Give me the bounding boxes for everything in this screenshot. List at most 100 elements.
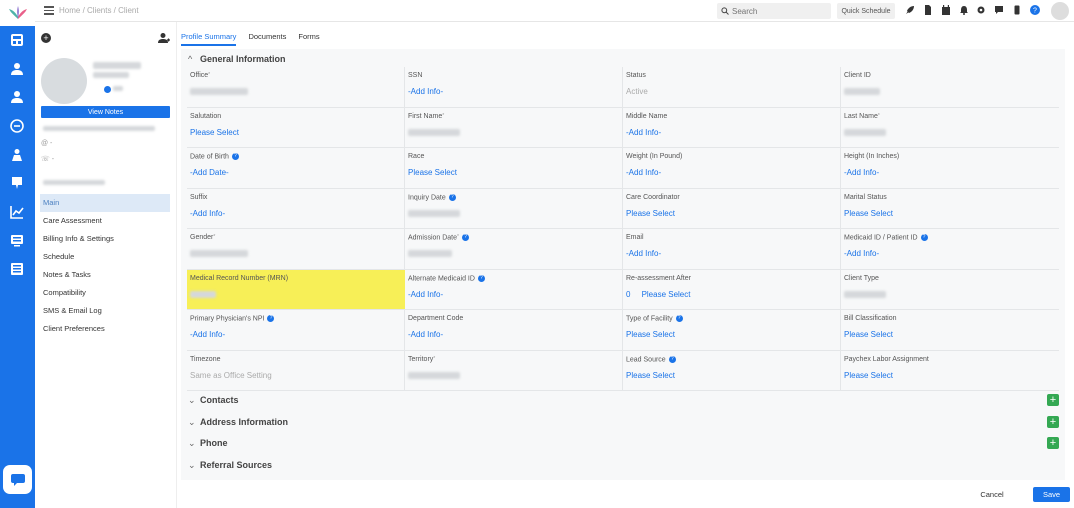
add-address-information-button[interactable]: + [1047, 416, 1059, 428]
client-photo[interactable] [41, 58, 87, 104]
person-add-icon[interactable] [8, 88, 26, 106]
bell-icon[interactable] [958, 4, 970, 16]
photo-edit-icon[interactable] [104, 86, 111, 93]
search-box[interactable] [717, 3, 831, 19]
field-value[interactable]: 0 Please Select [626, 290, 690, 299]
field-value[interactable]: -Add Info- [190, 209, 225, 218]
field-value[interactable]: Please Select [844, 371, 893, 380]
caregiver-icon[interactable] [8, 146, 26, 164]
help-icon[interactable]: ? [461, 234, 469, 241]
assign-user-icon[interactable] [158, 32, 170, 44]
general-information-header[interactable]: ^ General Information [188, 54, 286, 64]
field-value-blurred[interactable] [190, 88, 248, 95]
menu-item-care-assessment[interactable]: Care Assessment [40, 212, 170, 230]
field-value[interactable]: -Add Info- [408, 290, 443, 299]
help-icon[interactable]: ? [267, 315, 275, 322]
phone-icon[interactable] [1011, 4, 1023, 16]
field-value[interactable]: -Add Info- [626, 128, 661, 137]
field-value-blurred[interactable] [844, 290, 886, 298]
menu-item-compatibility[interactable]: Compatibility [40, 284, 170, 302]
clock-icon[interactable] [8, 117, 26, 135]
field-value[interactable]: Please Select [190, 128, 239, 137]
field-value-blurred[interactable] [408, 209, 460, 217]
breadcrumb[interactable]: Home / Clients / Client [59, 6, 139, 15]
menu-item-schedule[interactable]: Schedule [40, 248, 170, 266]
tab-documents[interactable]: Documents [248, 32, 286, 46]
field-status: Status Active [623, 67, 841, 108]
help-icon[interactable]: ? [920, 234, 928, 241]
billing-icon[interactable] [8, 174, 26, 192]
quick-schedule-button[interactable]: Quick Schedule [837, 3, 895, 19]
section-address-information[interactable]: ⌄ Address Information [188, 417, 288, 428]
tab-forms[interactable]: Forms [298, 32, 319, 46]
view-notes-button[interactable]: View Notes [41, 106, 170, 118]
help-icon[interactable]: ? [668, 355, 676, 363]
field-value[interactable]: -Add Date- [190, 168, 229, 177]
chevron-down-icon: ⌄ [188, 438, 196, 448]
menu-item-client-preferences[interactable]: Client Preferences [40, 320, 170, 338]
help-icon[interactable]: ? [448, 193, 456, 201]
field-value[interactable]: -Add Info- [408, 330, 443, 339]
help-icon[interactable]: ? [231, 153, 239, 160]
field-value[interactable]: Please Select [626, 330, 675, 339]
cancel-button[interactable]: Cancel [976, 487, 1008, 502]
field-value-blurred[interactable] [190, 290, 216, 298]
field-office: Office* [187, 67, 405, 108]
field-value[interactable]: Please Select [844, 209, 893, 218]
hamburger-menu-icon[interactable] [44, 6, 54, 15]
field-value[interactable]: -Add Info- [408, 87, 443, 96]
client-menu: Main Care Assessment Billing Info & Settin… [40, 194, 170, 338]
field-value-blurred[interactable] [408, 128, 460, 136]
field-label: Suffix [190, 194, 207, 201]
field-type-of-facility: Type of Facility? Please Select [623, 310, 841, 351]
search-input[interactable] [732, 6, 822, 16]
add-phone-button[interactable]: + [1047, 437, 1059, 449]
add-circle-icon[interactable]: + [41, 33, 51, 43]
field-value[interactable]: -Add Info- [626, 249, 661, 258]
person-icon[interactable] [8, 60, 26, 78]
field-value[interactable]: Please Select [626, 209, 675, 218]
help-icon[interactable]: ? [477, 274, 485, 282]
field-value-blurred[interactable] [190, 250, 248, 257]
section-referral-sources[interactable]: ⌄ Referral Sources [188, 460, 272, 471]
menu-item-main[interactable]: Main [40, 194, 170, 212]
gear-icon[interactable] [975, 4, 987, 16]
add-contacts-button[interactable]: + [1047, 394, 1059, 406]
records-icon[interactable] [8, 260, 26, 278]
section-phone[interactable]: ⌄ Phone [188, 438, 228, 449]
chat-icon[interactable] [993, 4, 1005, 16]
rocket-icon[interactable] [904, 4, 916, 16]
dashboard-icon[interactable] [8, 31, 26, 49]
client-address-blurred [43, 126, 155, 131]
field-value[interactable]: Please Select [408, 168, 457, 177]
field-label: Height (In Inches) [844, 153, 899, 160]
menu-item-notes-tasks[interactable]: Notes & Tasks [40, 266, 170, 284]
calendar-icon[interactable] [940, 4, 952, 16]
menu-item-sms-email-log[interactable]: SMS & Email Log [40, 302, 170, 320]
field-value[interactable]: Please Select [844, 330, 893, 339]
field-value[interactable]: -Add Info- [626, 168, 661, 177]
save-button[interactable]: Save [1033, 487, 1070, 502]
field-label-text: Admission Date [408, 234, 458, 242]
field-value-blurred[interactable] [408, 371, 460, 379]
chat-launcher-button[interactable] [3, 465, 32, 494]
user-avatar[interactable] [1051, 2, 1069, 20]
inbox-icon[interactable] [8, 231, 26, 249]
tab-profile-summary[interactable]: Profile Summary [181, 32, 237, 46]
menu-item-billing-info-settings[interactable]: Billing Info & Settings [40, 230, 170, 248]
help-icon[interactable]: ? [1029, 4, 1041, 16]
help-icon[interactable]: ? [675, 315, 683, 322]
app-logo[interactable] [0, 0, 35, 26]
required-marker: * [457, 234, 459, 240]
section-contacts[interactable]: ⌄ Contacts [188, 395, 239, 406]
document-icon[interactable] [922, 4, 934, 16]
field-value[interactable]: -Add Info- [844, 249, 879, 258]
field-label: Inquiry Date? [408, 193, 456, 201]
field-value[interactable]: -Add Info- [190, 330, 225, 339]
field-value-blurred[interactable] [408, 250, 452, 257]
field-value[interactable]: Please Select [626, 371, 675, 380]
field-value[interactable]: -Add Info- [844, 168, 879, 177]
reports-icon[interactable] [8, 203, 26, 221]
field-value-blurred[interactable] [844, 128, 886, 136]
field-value-blurred[interactable] [844, 88, 880, 95]
